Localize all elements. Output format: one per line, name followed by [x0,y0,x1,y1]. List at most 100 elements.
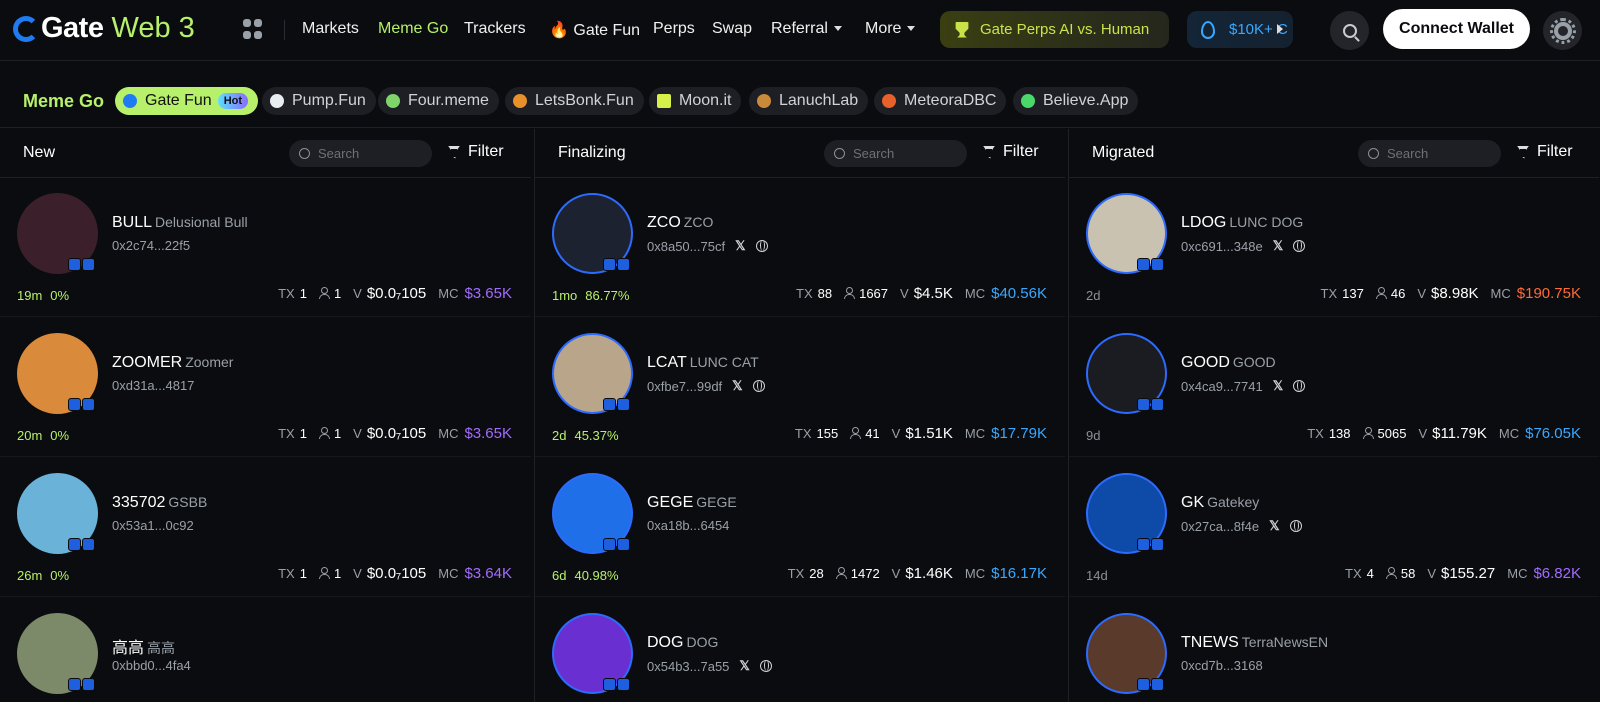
x-social-icon[interactable]: 𝕏 [739,658,749,674]
tx-label: TX [1345,566,1362,581]
token-address[interactable]: 0xbbd0...4fa4 [112,658,191,673]
token-card[interactable]: GK Gatekey 0x27ca...8f4e 𝕏 14d TX 4 58 V $155… [1069,458,1599,597]
nav-gate-fun-label: Gate Fun [573,22,641,39]
token-card[interactable]: LDOG LUNC DOG 0xc691...348e 𝕏 2d TX 137 46 V… [1069,178,1599,317]
column-search-input[interactable]: Search [824,140,967,167]
token-age: 19m 0% [17,288,69,303]
filter-button[interactable]: Filter [448,143,504,161]
chip-four-meme[interactable]: Four.meme [378,87,499,115]
hot-badge: Hot [217,93,249,109]
token-address[interactable]: 0xd31a...4817 [112,378,194,393]
column-title: Finalizing [558,144,626,161]
search-icon [299,148,310,159]
token-address[interactable]: 0xa18b...6454 [647,518,729,533]
x-social-icon[interactable]: 𝕏 [1273,238,1283,254]
holders-icon [844,287,856,299]
volume-value: $0.0₇105 [366,285,427,302]
nav-perps[interactable]: Perps [653,20,695,38]
filter-button[interactable]: Filter [983,143,1039,161]
filter-button[interactable]: Filter [1517,143,1573,161]
token-full-name: TerraNewsEN [1241,634,1329,650]
token-full-name: GSBB [168,494,208,510]
chain-badge-icon [617,258,630,271]
nav-more[interactable]: More [865,20,916,38]
connect-wallet-button[interactable]: Connect Wallet [1383,9,1530,49]
token-card[interactable]: ZCO ZCO 0x8a50...75cf 𝕏 1mo 86.77% TX 88 1667… [535,178,1065,317]
token-card[interactable]: LCAT LUNC CAT 0xfbe7...99df 𝕏 2d 45.37% TX 15… [535,318,1065,457]
perps-ai-promo-banner[interactable]: Gate Perps AI vs. Human [940,11,1169,48]
chevron-right-icon[interactable] [1277,24,1283,34]
globe-icon[interactable] [1289,520,1302,532]
globe-icon[interactable] [1293,380,1306,392]
holders-count: 58 [1400,566,1416,581]
chain-badges [68,398,95,411]
token-address[interactable]: 0x2c74...22f5 [112,238,190,253]
column-search-input[interactable]: Search [289,140,432,167]
token-address[interactable]: 0xc691...348e [1181,239,1263,254]
x-social-icon[interactable]: 𝕏 [1273,378,1283,394]
token-stats: TX 155 41 V $1.51K MC $17.79K [795,425,1047,442]
token-card[interactable]: 高高 高高 0xbbd0...4fa4 [0,598,531,702]
nav-meme-go[interactable]: Meme Go [378,20,448,38]
apps-grid-icon[interactable] [243,19,263,39]
chip-pump-fun[interactable]: Pump.Fun [262,87,376,115]
x-social-icon[interactable]: 𝕏 [735,238,745,254]
chip-letsbonk-fun[interactable]: LetsBonk.Fun [505,87,644,115]
age-value: 2d [552,428,567,443]
holders-count: 1 [333,566,342,581]
logo-web3-text: Web 3 [111,12,195,44]
nav-swap[interactable]: Swap [712,20,752,38]
column-title: New [23,144,56,161]
tx-count: 137 [1342,286,1364,301]
token-card[interactable]: 335702 GSBB 0x53a1...0c92 26m 0% TX 1 1 V $0.… [0,458,531,597]
chip-meteoradbc[interactable]: MeteoraDBC [874,87,1007,115]
x-social-icon[interactable]: 𝕏 [732,378,742,394]
holders-icon [850,427,862,439]
token-address[interactable]: 0x8a50...75cf [647,239,725,254]
tx-label: TX [794,426,812,441]
column-search-input[interactable]: Search [1358,140,1501,167]
chip-label: Pump.Fun [292,92,366,109]
token-card[interactable]: ZOOMER Zoomer 0xd31a...4817 20m 0% TX 1 1 V $… [0,318,531,457]
token-stats: TX 28 1472 V $1.46K MC $16.17K [788,565,1047,582]
token-name: GK Gatekey [1181,494,1259,512]
globe-icon[interactable] [759,660,772,672]
token-card[interactable]: DOG DOG 0x54b3...7a55 𝕏 [535,598,1065,702]
mc-label: MC [438,426,459,441]
nav-markets[interactable]: Markets [302,20,359,38]
chip-lanuchlab[interactable]: LanuchLab [749,87,869,115]
token-card[interactable]: GOOD GOOD 0x4ca9...7741 𝕏 9d TX 138 5065 V $1… [1069,318,1599,457]
search-placeholder: Search [318,146,360,161]
token-address[interactable]: 0xcd7b...3168 [1181,658,1263,673]
nav-referral[interactable]: Referral [771,20,842,38]
progress-percent: 86.77% [585,288,630,303]
chip-gate-fun[interactable]: Gate Fun Hot [115,87,259,115]
bonus-promo-banner[interactable]: $10K+ C [1187,11,1293,48]
globe-icon[interactable] [1293,240,1306,252]
token-card[interactable]: TNEWS TerraNewsEN 0xcd7b...3168 [1069,598,1599,702]
token-age: 26m 0% [17,568,69,583]
nav-trackers[interactable]: Trackers [464,20,526,38]
gate-web3-logo[interactable]: Gate Web 3 [13,12,195,45]
chip-label: MeteoraDBC [904,92,997,109]
nav-gate-fun[interactable]: 🔥 Gate Fun [549,20,640,40]
search-button[interactable] [1330,11,1369,50]
chip-moon-it[interactable]: Moon.it [649,87,742,115]
token-card[interactable]: BULL Delusional Bull 0x2c74...22f5 19m 0% T… [0,178,531,317]
settings-button[interactable] [1543,11,1582,50]
chip-believe-app[interactable]: Believe.App [1013,87,1139,115]
globe-icon[interactable] [752,380,765,392]
token-card[interactable]: GEGE GEGE 0xa18b...6454 6d 40.98% TX 28 1472… [535,458,1065,597]
globe-icon[interactable] [755,240,768,252]
token-full-name: Gatekey [1207,494,1260,510]
token-address[interactable]: 0x53a1...0c92 [112,518,194,533]
token-symbol: LCAT [647,354,687,371]
token-address[interactable]: 0x4ca9...7741 [1181,379,1263,394]
token-name: ZOOMER Zoomer [112,354,233,372]
token-address-row: 0xa18b...6454 [647,518,729,533]
token-address[interactable]: 0xfbe7...99df [647,379,722,394]
token-symbol: 高高 [112,640,145,657]
x-social-icon[interactable]: 𝕏 [1269,518,1279,534]
token-address[interactable]: 0x27ca...8f4e [1181,519,1259,534]
token-address[interactable]: 0x54b3...7a55 [647,659,729,674]
